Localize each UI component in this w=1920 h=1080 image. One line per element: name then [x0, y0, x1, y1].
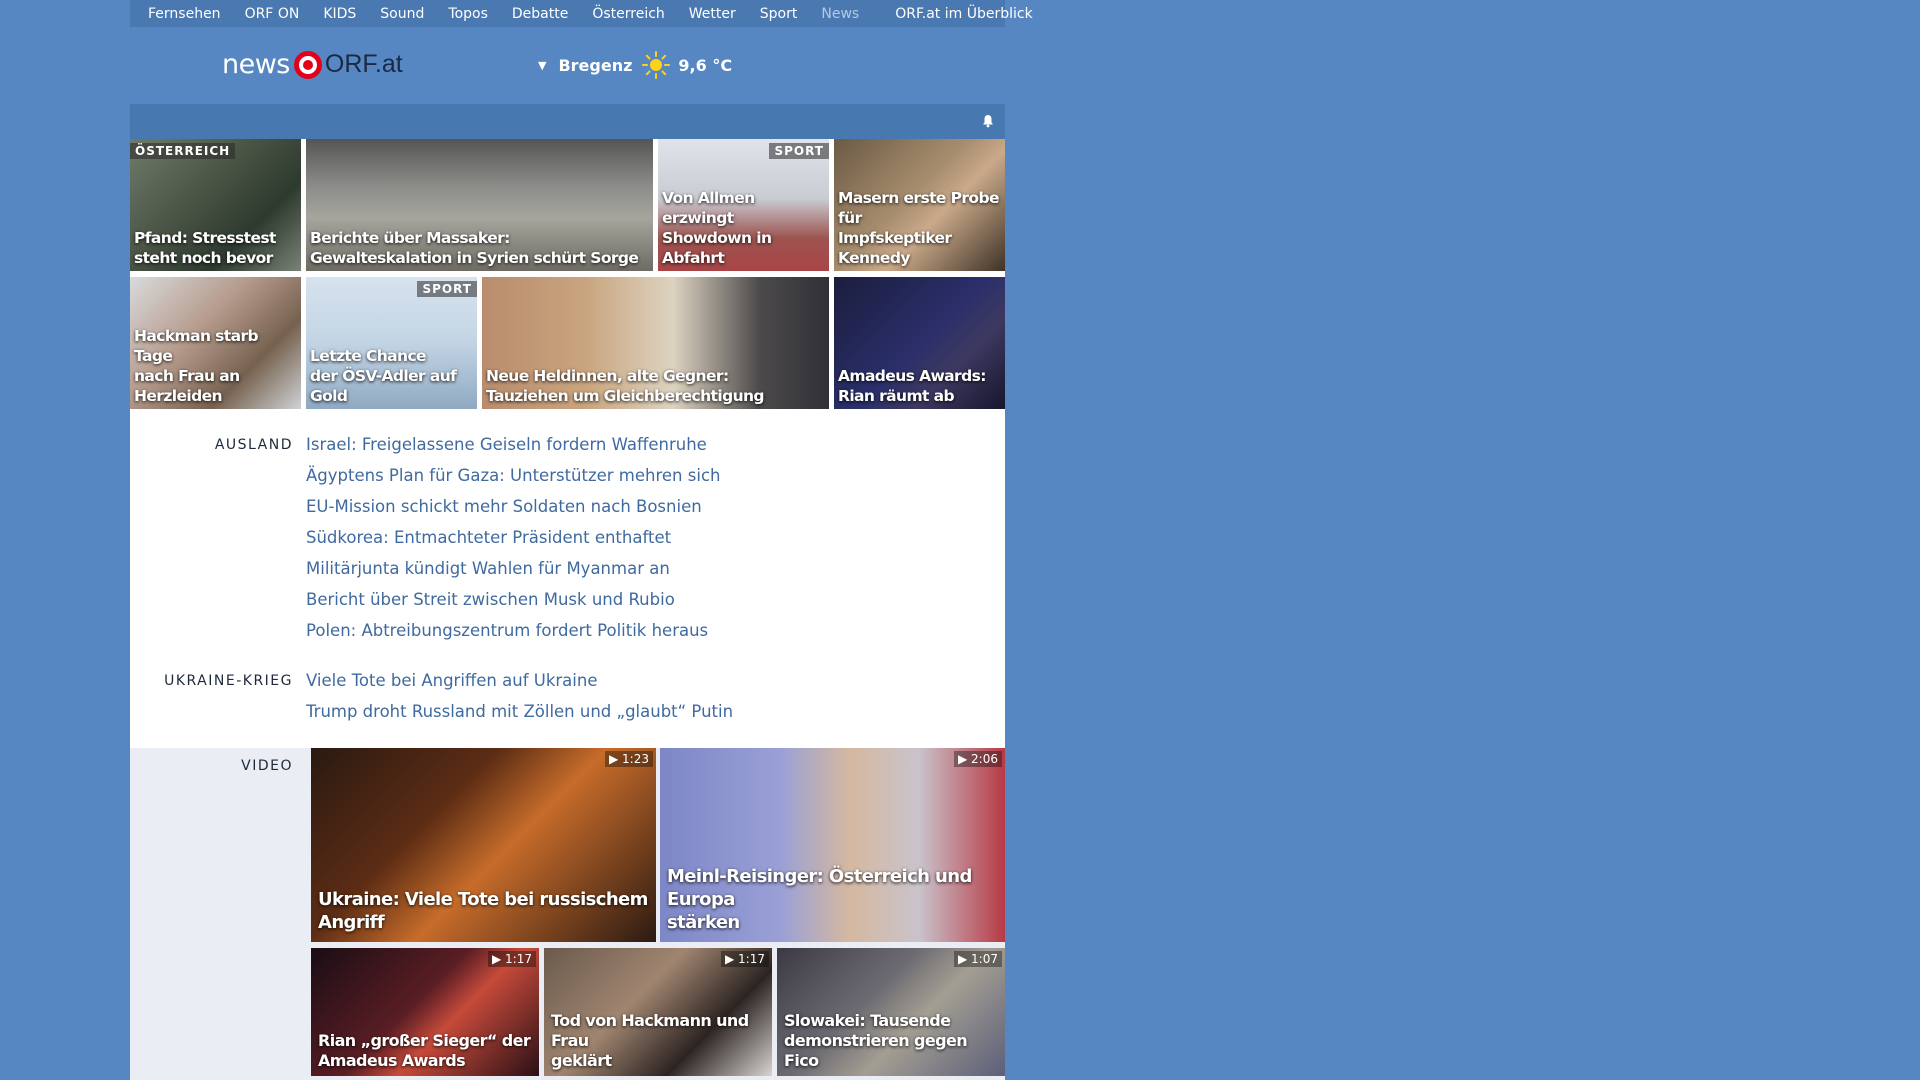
orf-eye-icon — [293, 50, 322, 79]
play-icon: ▶ — [957, 952, 968, 966]
tile-section-tag: SPORT — [769, 143, 829, 159]
ausland-link[interactable]: EU-Mission schickt mehr Soldaten nach Bo… — [306, 491, 720, 522]
video-duration: ▶ 1:17 — [487, 951, 536, 967]
duration-text: 1:17 — [505, 952, 532, 966]
video-caption: Meinl-Reisinger: Österreich und Europa s… — [667, 866, 972, 933]
news-orf-logo[interactable]: news ORF.at — [222, 49, 403, 80]
logo-news-text: news — [222, 49, 290, 80]
tile-section-tag: SPORT — [417, 281, 477, 297]
logo-orf-text: ORF.at — [324, 50, 403, 78]
tile-caption: Neue Heldinnen, alte Gegner: Tauziehen u… — [486, 367, 765, 405]
nav-news-active[interactable]: News — [821, 6, 859, 22]
video-tile-hackman[interactable]: ▶ 1:17 Tod von Hackmann und Frau geklärt — [544, 948, 772, 1076]
tile-hackman[interactable]: Hackman starb Tage nach Frau an Herzleid… — [130, 277, 301, 409]
tile-kennedy[interactable]: Masern erste Probe für Impfskeptiker Ken… — [834, 139, 1005, 271]
story-bar — [130, 104, 1005, 139]
video-duration: ▶ 2:06 — [953, 751, 1002, 767]
news-lists: AUSLAND Israel: Freigelassene Geiseln fo… — [130, 413, 1005, 748]
duration-text: 1:17 — [738, 952, 765, 966]
video-tile-slowakei[interactable]: ▶ 1:07 Slowakei: Tausende demonstrieren … — [777, 948, 1005, 1076]
tile-caption: Letzte Chance der ÖSV-Adler auf Gold — [310, 347, 457, 405]
ausland-link[interactable]: Militärjunta kündigt Wahlen für Myanmar … — [306, 553, 720, 584]
tile-caption: Hackman starb Tage nach Frau an Herzleid… — [134, 327, 259, 405]
tile-caption: Amadeus Awards: Rian räumt ab — [838, 367, 986, 405]
play-icon: ▶ — [608, 752, 619, 766]
ausland-link[interactable]: Israel: Freigelassene Geiseln fordern Wa… — [306, 429, 720, 460]
ausland-link[interactable]: Ägyptens Plan für Gaza: Unterstützer meh… — [306, 460, 720, 491]
nav-overview[interactable]: ORF.at im Überblick — [895, 6, 1032, 22]
section-label-ausland: AUSLAND — [214, 437, 293, 453]
page-container: Fernsehen ORF ON KIDS Sound Topos Debatt… — [130, 0, 1033, 139]
tile-syrien[interactable]: Berichte über Massaker: Gewalteskalation… — [306, 139, 653, 271]
site-header: news ORF.at ▼ Bregenz 9,6 °C — [130, 27, 1005, 104]
duration-text: 1:07 — [971, 952, 998, 966]
tile-gleichberechtigung[interactable]: Neue Heldinnen, alte Gegner: Tauziehen u… — [482, 277, 829, 409]
video-tile-ukraine[interactable]: ▶ 1:23 Ukraine: Viele Tote bei russische… — [311, 748, 656, 942]
duration-text: 1:23 — [622, 752, 649, 766]
video-tile-rian[interactable]: ▶ 1:17 Rian „großer Sieger“ der Amadeus … — [311, 948, 539, 1076]
tile-caption: Von Allmen erzwingt Showdown in Abfahrt — [662, 189, 772, 267]
tile-von-allmen[interactable]: SPORT Von Allmen erzwingt Showdown in Ab… — [658, 139, 829, 271]
video-duration: ▶ 1:07 — [953, 951, 1002, 967]
tile-oesv-adler[interactable]: SPORT Letzte Chance der ÖSV-Adler auf Go… — [306, 277, 477, 409]
tile-grid: ÖSTERREICH Pfand: Stresstest steht noch … — [130, 139, 1005, 413]
video-duration: ▶ 1:23 — [604, 751, 653, 767]
tile-section-tag: ÖSTERREICH — [130, 143, 236, 159]
weather-city: Bregenz — [558, 55, 633, 75]
video-caption: Slowakei: Tausende demonstrieren gegen F… — [784, 1011, 968, 1070]
bell-icon[interactable] — [981, 114, 995, 128]
video-caption: Ukraine: Viele Tote bei russischem Angri… — [318, 889, 648, 933]
section-label-ukraine: UKRAINE-KRIEG — [164, 673, 293, 689]
nav-topos[interactable]: Topos — [448, 6, 487, 22]
video-duration: ▶ 1:17 — [720, 951, 769, 967]
play-icon: ▶ — [724, 952, 735, 966]
ukraine-link[interactable]: Viele Tote bei Angriffen auf Ukraine — [306, 665, 733, 696]
nav-orf-on[interactable]: ORF ON — [245, 6, 300, 22]
video-caption: Tod von Hackmann und Frau geklärt — [551, 1011, 749, 1070]
weather-widget[interactable]: ▼ Bregenz 9,6 °C — [538, 51, 732, 79]
ukraine-link[interactable]: Trump droht Russland mit Zöllen und „gla… — [306, 696, 733, 727]
weather-temperature: 9,6 °C — [678, 55, 733, 75]
ausland-links: Israel: Freigelassene Geiseln fordern Wa… — [306, 429, 720, 646]
top-navigation: Fernsehen ORF ON KIDS Sound Topos Debatt… — [130, 0, 1033, 27]
ausland-link[interactable]: Bericht über Streit zwischen Musk und Ru… — [306, 584, 720, 615]
tile-pfand[interactable]: ÖSTERREICH Pfand: Stresstest steht noch … — [130, 139, 301, 271]
nav-fernsehen[interactable]: Fernsehen — [148, 6, 221, 22]
duration-text: 2:06 — [971, 752, 998, 766]
play-icon: ▶ — [957, 752, 968, 766]
nav-oesterreich[interactable]: Österreich — [592, 6, 664, 22]
tile-caption: Pfand: Stresstest steht noch bevor — [134, 229, 276, 267]
section-label-video: VIDEO — [241, 758, 293, 774]
video-tile-meinl-reisinger[interactable]: ▶ 2:06 Meinl-Reisinger: Österreich und E… — [660, 748, 1005, 942]
play-icon: ▶ — [491, 952, 502, 966]
ausland-link[interactable]: Südkorea: Entmachteter Präsident enthaft… — [306, 522, 720, 553]
tile-caption: Masern erste Probe für Impfskeptiker Ken… — [838, 189, 999, 267]
video-caption: Rian „großer Sieger“ der Amadeus Awards — [318, 1031, 531, 1070]
video-section: VIDEO ▶ 1:23 Ukraine: Viele Tote bei rus… — [130, 748, 1005, 1080]
nav-sound[interactable]: Sound — [380, 6, 424, 22]
ukraine-links: Viele Tote bei Angriffen auf Ukraine Tru… — [306, 665, 733, 727]
ausland-link[interactable]: Polen: Abtreibungszentrum fordert Politi… — [306, 615, 720, 646]
dropdown-triangle-icon: ▼ — [538, 58, 547, 72]
nav-debatte[interactable]: Debatte — [512, 6, 568, 22]
sun-icon — [642, 51, 671, 79]
nav-kids[interactable]: KIDS — [323, 6, 356, 22]
tile-amadeus[interactable]: Amadeus Awards: Rian räumt ab — [834, 277, 1005, 409]
tile-caption: Berichte über Massaker: Gewalteskalation… — [310, 229, 639, 267]
nav-wetter[interactable]: Wetter — [689, 6, 736, 22]
nav-sport[interactable]: Sport — [760, 6, 798, 22]
